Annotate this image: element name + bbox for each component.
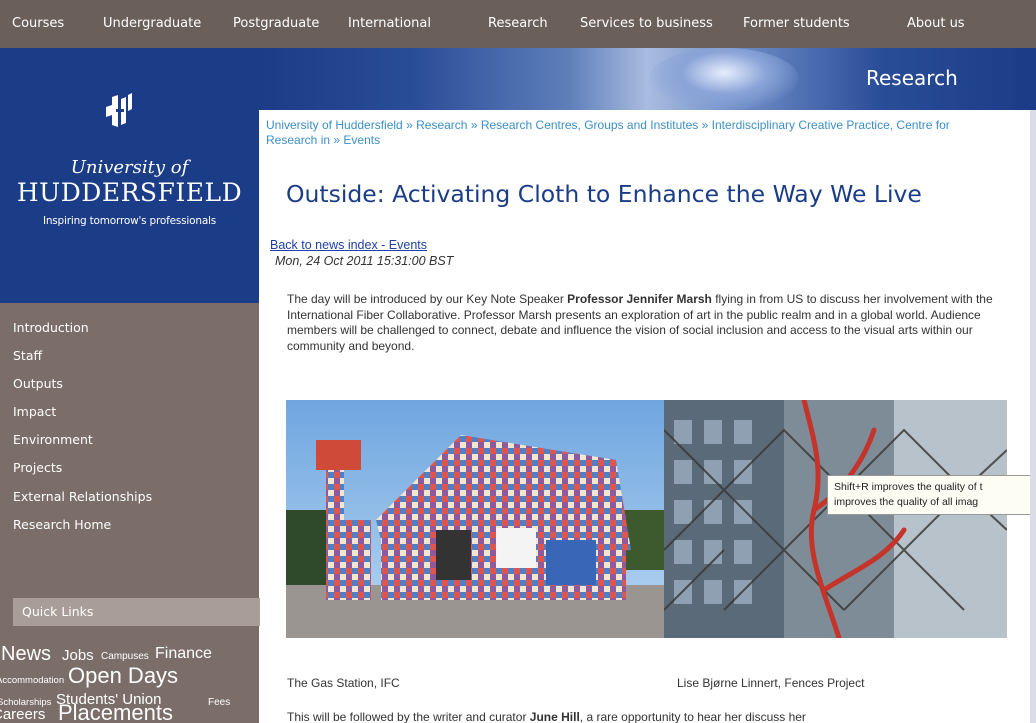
quick-link-careers[interactable]: Careers — [0, 707, 45, 722]
quick-link-jobs[interactable]: Jobs — [62, 648, 94, 663]
breadcrumb: University of Huddersfield » Research » … — [266, 118, 966, 148]
quick-links-header: Quick Links — [13, 598, 260, 626]
breadcrumb-item[interactable]: University of Huddersfield — [266, 118, 403, 132]
nav-about-us[interactable]: About us — [907, 17, 965, 31]
tooltip-line-1: Shift+R improves the quality of t — [834, 481, 983, 493]
top-navigation: Courses Undergraduate Postgraduate Inter… — [0, 0, 1036, 48]
page-title: Outside: Activating Cloth to Enhance the… — [286, 180, 922, 208]
para2-text-rest: , a rare opportunity to hear her discuss… — [579, 710, 806, 723]
speaker-name: Professor Jennifer Marsh — [567, 292, 712, 306]
menu-item-projects[interactable]: Projects — [13, 461, 62, 475]
caption-fences-project: Lise Bjørne Linnert, Fences Project — [677, 676, 865, 690]
nav-undergraduate[interactable]: Undergraduate — [103, 17, 201, 31]
nav-research[interactable]: Research — [488, 17, 548, 31]
intro-text: The day will be introduced by our Key No… — [287, 292, 568, 306]
para2-text: This will be followed by the writer and … — [287, 710, 530, 723]
menu-item-introduction[interactable]: Introduction — [13, 321, 89, 335]
brand-university-name: HUDDERSFIELD — [16, 178, 243, 207]
caption-gas-station: The Gas Station, IFC — [287, 676, 400, 690]
breadcrumb-item[interactable]: Research Centres, Groups and Institutes — [481, 118, 698, 132]
breadcrumb-item[interactable]: Events — [343, 133, 380, 147]
photo-gas-station — [286, 400, 664, 638]
brand-university-of: University of — [70, 157, 189, 178]
quick-link-open-days[interactable]: Open Days — [68, 665, 178, 687]
quick-link-finance[interactable]: Finance — [155, 646, 212, 662]
banner-graphic — [649, 48, 799, 110]
photo-fences-project — [664, 400, 1007, 638]
nav-international[interactable]: International — [348, 17, 431, 31]
curator-name: June Hill — [529, 710, 580, 723]
menu-item-outputs[interactable]: Outputs — [13, 377, 63, 391]
nav-former-students[interactable]: Former students — [743, 17, 850, 31]
breadcrumb-separator: » — [701, 118, 709, 132]
article-paragraph-2: This will be followed by the writer and … — [287, 710, 806, 723]
quick-link-accommodation[interactable]: Accommodation — [0, 676, 64, 686]
tooltip-line-2: improves the quality of all imag — [834, 496, 979, 508]
menu-item-environment[interactable]: Environment — [13, 433, 93, 447]
article-intro: The day will be introduced by our Key No… — [287, 292, 1012, 354]
nav-postgraduate[interactable]: Postgraduate — [233, 17, 319, 31]
quick-link-news[interactable]: News — [1, 644, 51, 664]
breadcrumb-separator: » — [470, 118, 478, 132]
quick-link-campuses[interactable]: Campuses — [101, 652, 149, 662]
article-date: Mon, 24 Oct 2011 15:31:00 BST — [275, 254, 454, 268]
breadcrumb-separator: » — [333, 133, 341, 147]
banner-title: Research — [866, 66, 958, 90]
menu-item-external-relationships[interactable]: External Relationships — [13, 490, 152, 504]
menu-item-staff[interactable]: Staff — [13, 349, 42, 363]
right-edge-strip — [1030, 110, 1036, 723]
menu-item-impact[interactable]: Impact — [13, 405, 56, 419]
quick-links-title: Quick Links — [22, 604, 94, 619]
breadcrumb-item[interactable]: Research — [416, 118, 467, 132]
menu-item-research-home[interactable]: Research Home — [13, 518, 111, 532]
nav-courses[interactable]: Courses — [12, 17, 64, 31]
quick-link-fees[interactable]: Fees — [208, 698, 230, 708]
breadcrumb-separator: » — [406, 118, 413, 132]
nav-services-to-business[interactable]: Services to business — [580, 17, 713, 31]
back-to-news-link[interactable]: Back to news index - Events — [270, 238, 427, 252]
quick-link-placements[interactable]: Placements — [58, 702, 173, 723]
banner-edge — [1016, 48, 1036, 110]
image-quality-tooltip: Shift+R improves the quality of t improv… — [827, 475, 1036, 515]
brand-tagline: Inspiring tomorrow's professionals — [42, 215, 217, 227]
university-crest-icon — [106, 93, 132, 127]
